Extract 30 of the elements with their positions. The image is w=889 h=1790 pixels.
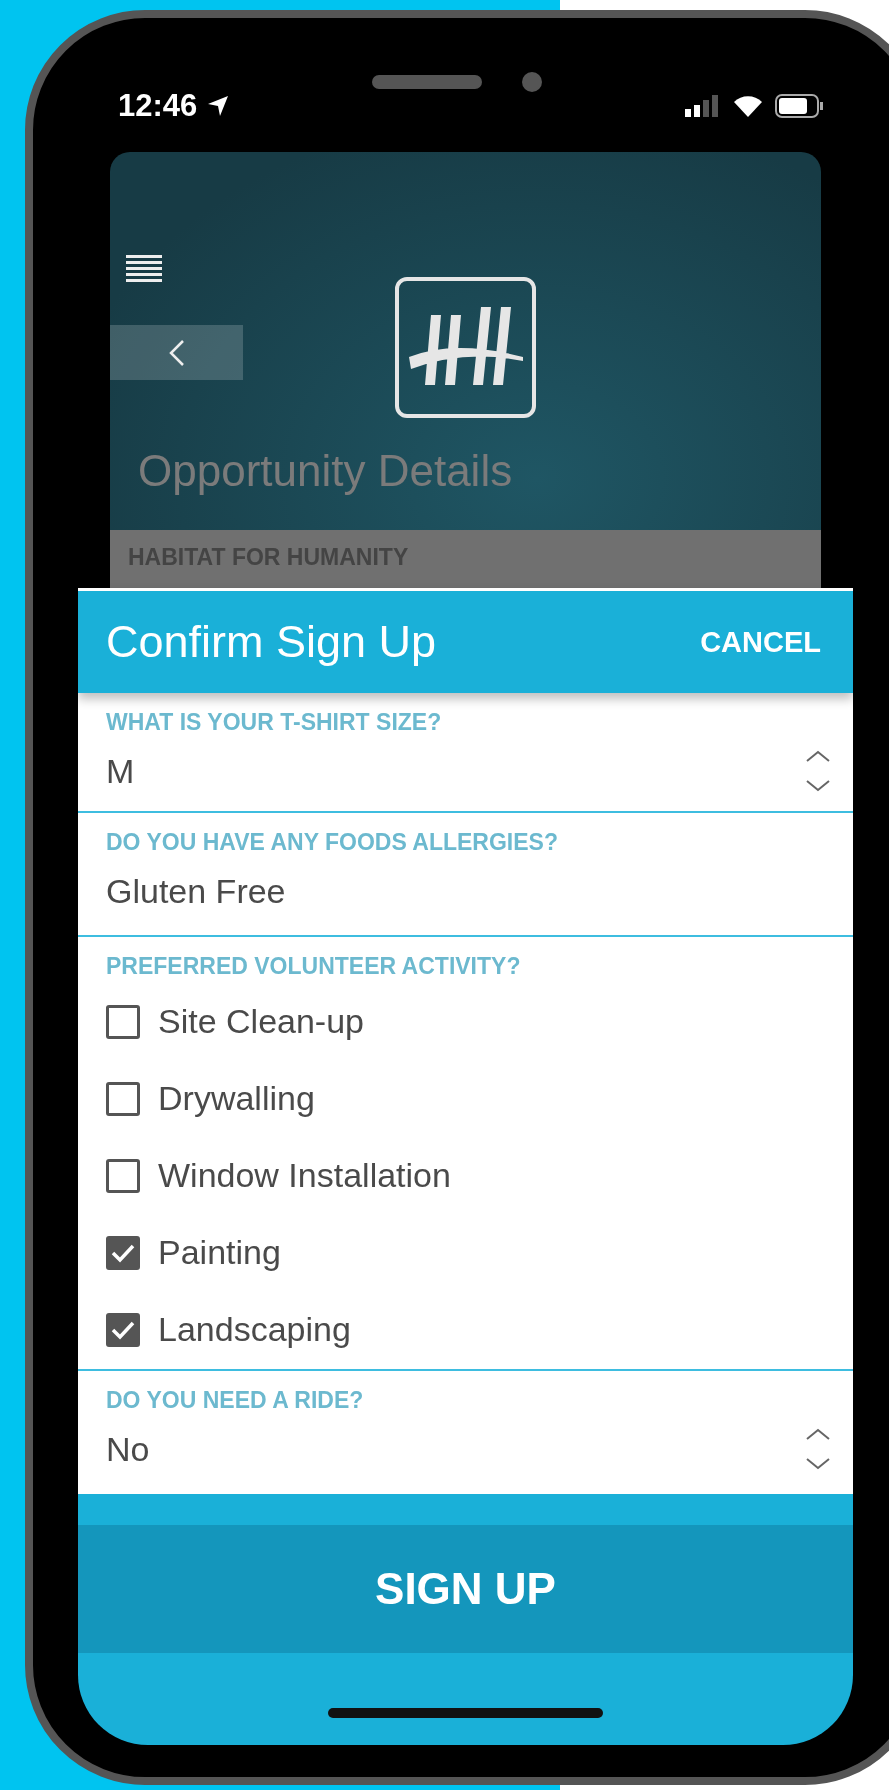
checkbox[interactable] xyxy=(106,1235,140,1270)
location-arrow-icon xyxy=(207,95,230,117)
field-label: DO YOU NEED A RIDE? xyxy=(106,1387,365,1414)
field-label: WHAT IS YOUR T-SHIRT SIZE? xyxy=(106,709,443,736)
chevron-left-icon xyxy=(168,338,185,367)
checkbox-label[interactable]: Site Clean-up xyxy=(158,1002,364,1041)
dialog-title: Confirm Sign Up xyxy=(106,616,437,668)
input-field[interactable]: Gluten Free xyxy=(106,856,831,926)
menu-icon[interactable] xyxy=(126,255,162,283)
battery-icon xyxy=(775,94,823,118)
status-time: 12:46 xyxy=(118,88,198,124)
page-title: Opportunity Details xyxy=(138,446,514,496)
checkbox[interactable] xyxy=(106,1312,140,1347)
up-down-chevron-icon xyxy=(805,1427,831,1471)
checkbox-label[interactable]: Landscaping xyxy=(158,1310,351,1349)
checkbox[interactable] xyxy=(106,1081,140,1116)
logo-icon xyxy=(395,277,536,418)
camera-dot xyxy=(522,72,543,92)
up-down-chevron-icon xyxy=(805,749,831,793)
select-field[interactable]: No xyxy=(106,1414,831,1484)
checkbox-label[interactable]: Window Installation xyxy=(158,1156,451,1195)
field-label: DO YOU HAVE ANY FOODS ALLERGIES? xyxy=(106,829,559,856)
checkbox-label[interactable]: Drywalling xyxy=(158,1079,315,1118)
field-label: PREFERRED VOLUNTEER ACTIVITY? xyxy=(106,953,522,980)
checkbox[interactable] xyxy=(106,1158,140,1193)
signal-icon xyxy=(685,95,721,117)
checkbox-label[interactable]: Painting xyxy=(158,1233,281,1272)
select-field[interactable]: M xyxy=(106,736,831,806)
checkbox[interactable] xyxy=(106,1004,140,1039)
wifi-icon xyxy=(733,95,763,117)
